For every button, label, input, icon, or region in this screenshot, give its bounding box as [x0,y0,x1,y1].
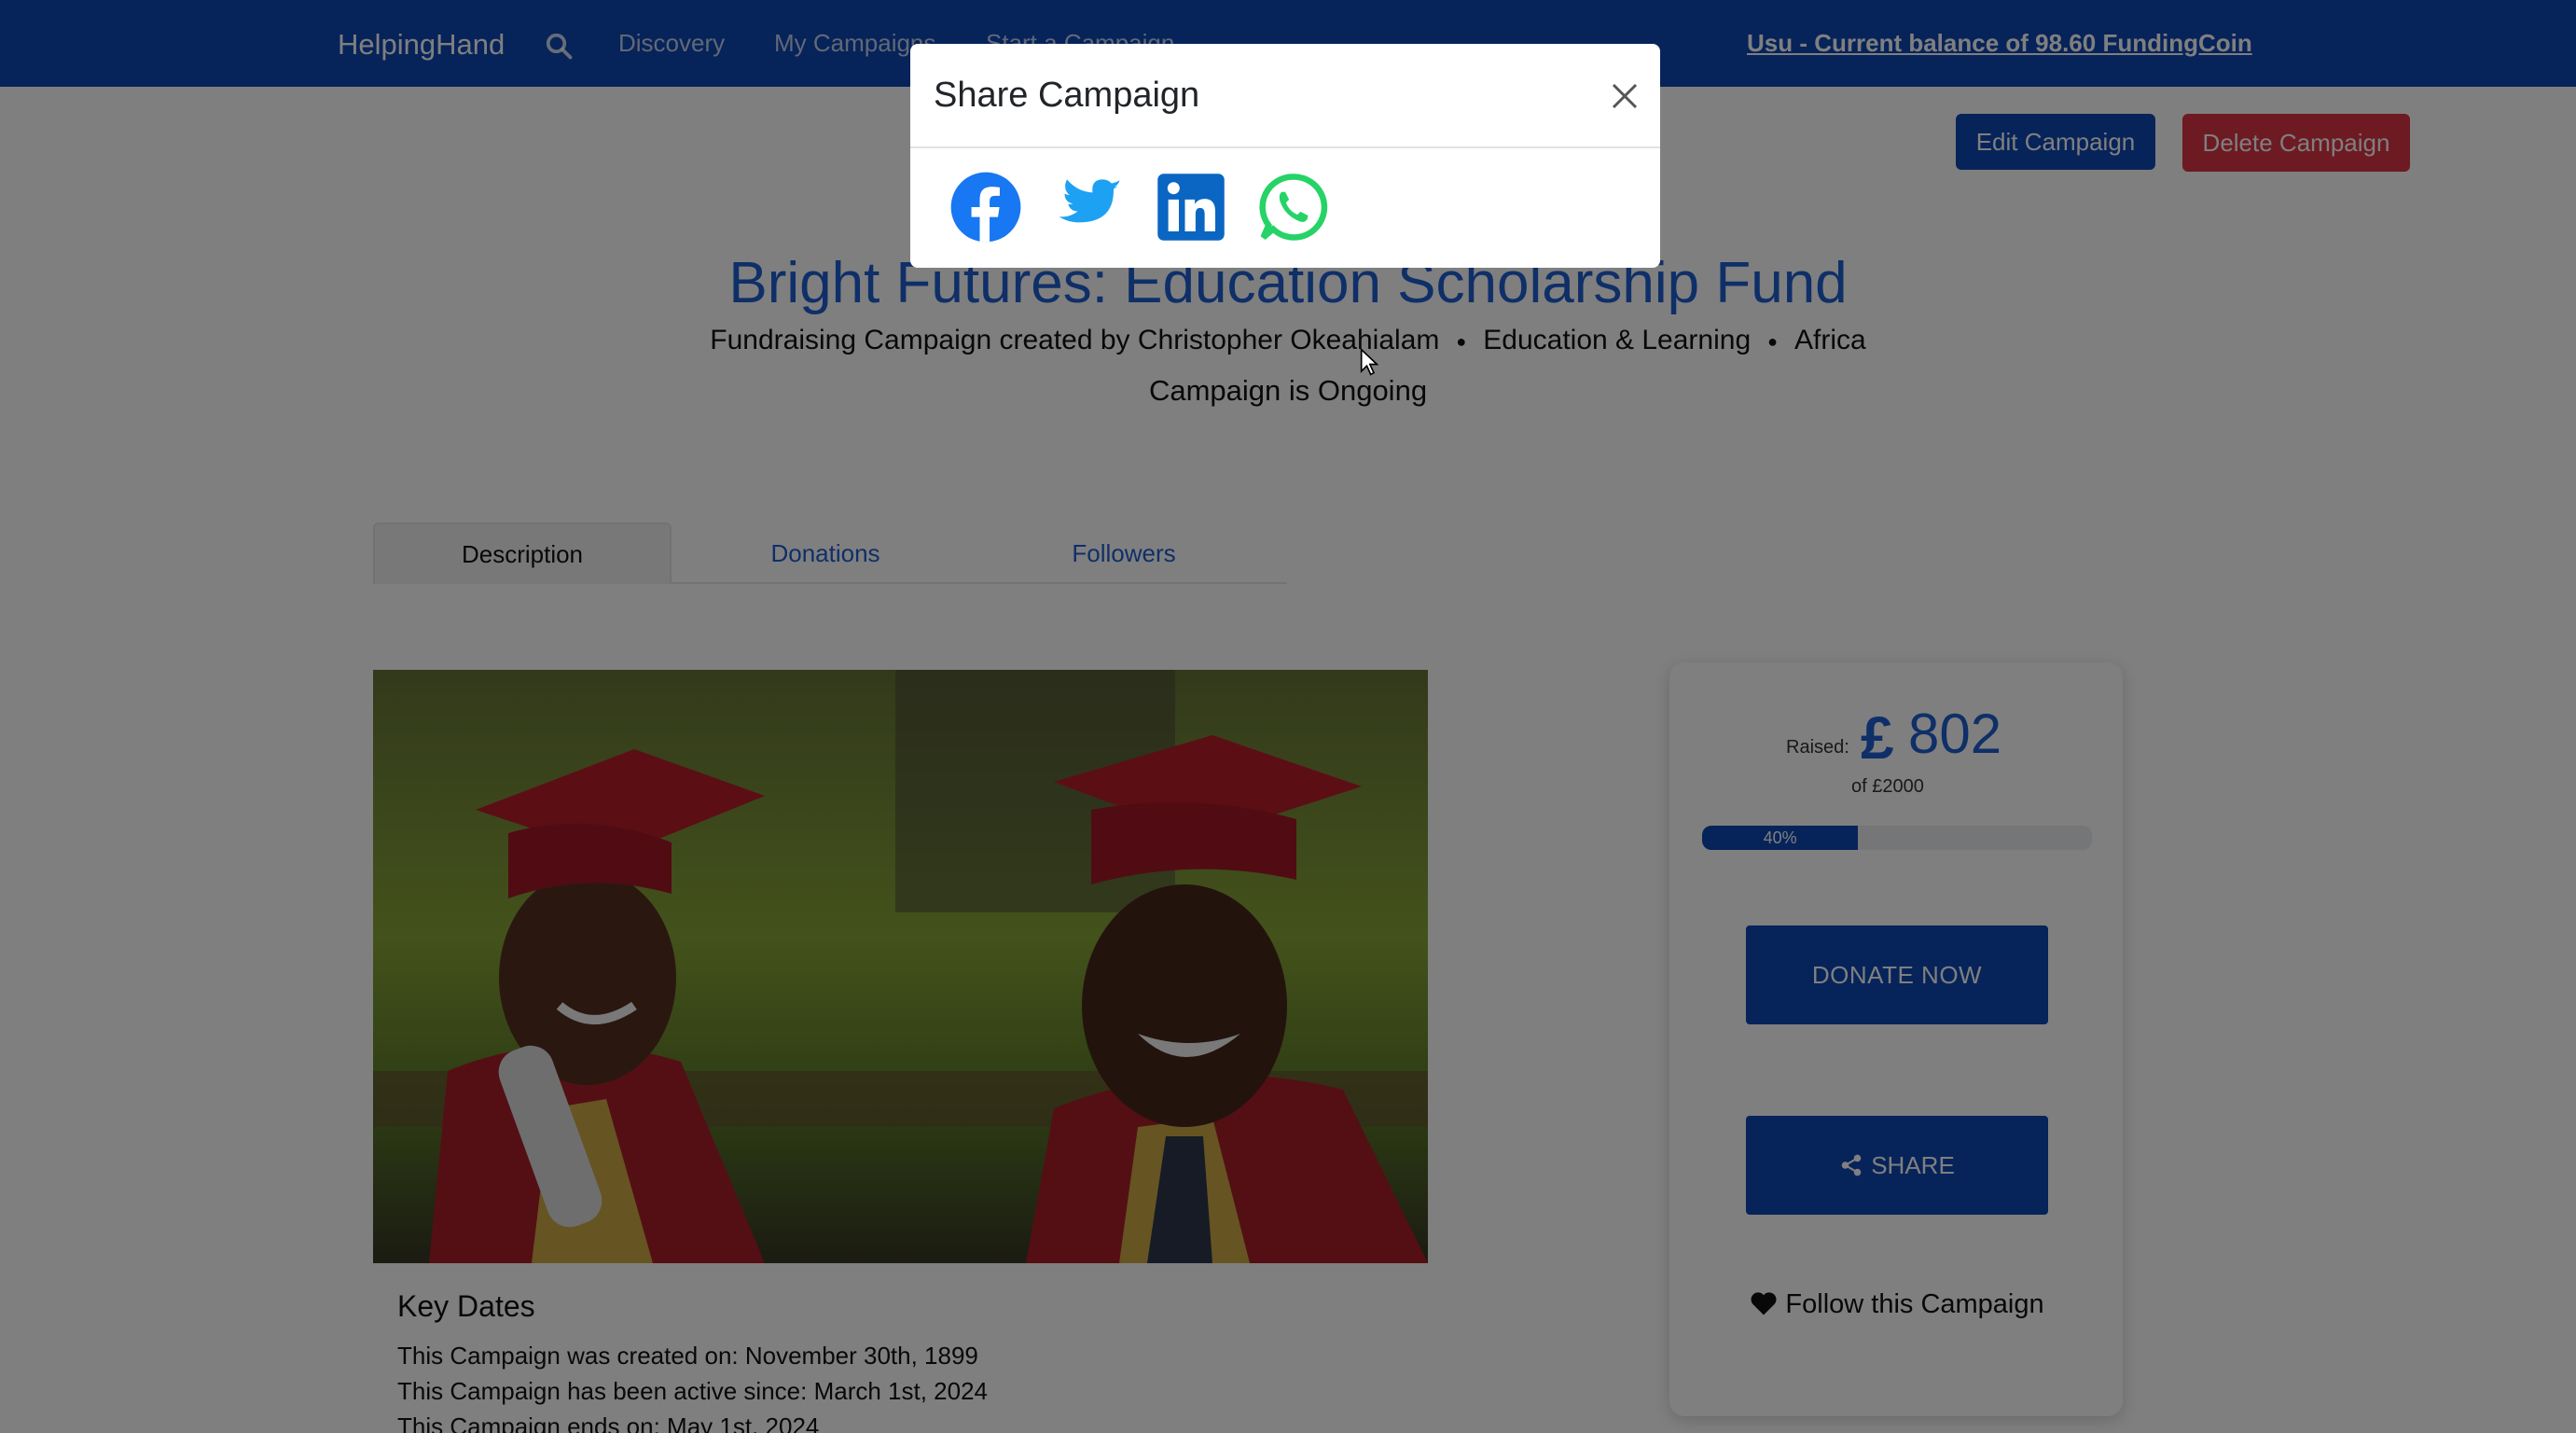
twitter-icon[interactable] [1052,171,1125,243]
close-icon[interactable] [1608,79,1641,113]
modal-title: Share Campaign [934,76,1200,115]
mouse-cursor [1360,348,1378,376]
facebook-icon[interactable] [949,171,1022,243]
share-campaign-modal: Share Campaign [910,44,1660,268]
whatsapp-icon[interactable] [1257,171,1330,243]
linkedin-icon[interactable] [1155,171,1227,243]
modal-header: Share Campaign [910,44,1660,148]
